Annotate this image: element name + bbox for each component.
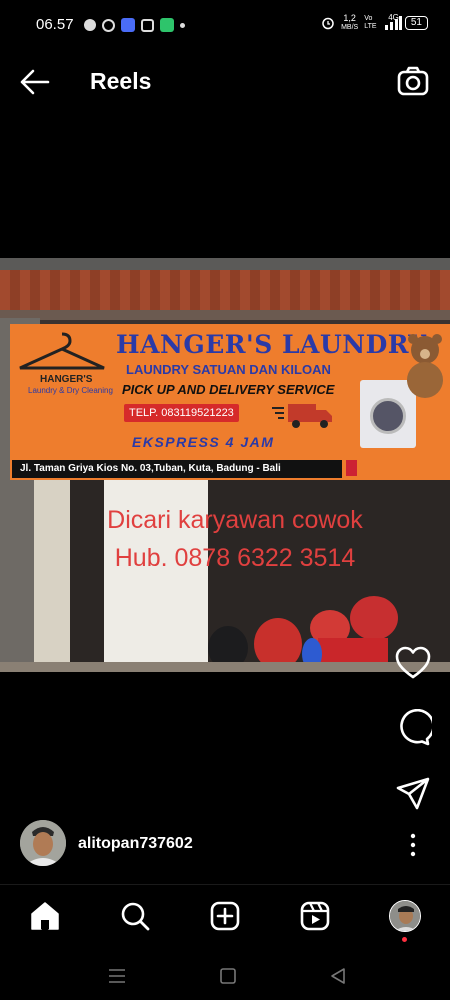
banner-badge [346, 460, 357, 476]
camera-icon [397, 66, 429, 96]
roof [0, 270, 450, 314]
banner-subtitle: LAUNDRY SATUAN DAN KILOAN [126, 362, 331, 377]
hanger-icon [19, 332, 105, 370]
search-icon [121, 902, 150, 931]
more-vertical-icon [410, 833, 416, 857]
banner-address: Jl. Taman Griya Kios No. 03,Tuban, Kuta,… [12, 460, 342, 478]
hanger-logo: HANGER'S Laundry & Dry Cleaning [14, 328, 113, 418]
network-type: 4G [388, 12, 399, 22]
more-options-button[interactable] [406, 832, 420, 858]
logo-tagline: Laundry & Dry Cleaning [28, 386, 113, 395]
reel-video[interactable]: HANGER'S Laundry & Dry Cleaning HANGER'S… [0, 258, 450, 672]
alarm-icon [322, 17, 334, 30]
floor [0, 662, 450, 672]
banner-title: HANGER'S LAUNDRY [116, 330, 427, 359]
page-title: Reels [90, 68, 152, 94]
share-button[interactable] [394, 774, 432, 812]
banner-service: PICK UP AND DELIVERY SERVICE [122, 382, 335, 397]
laundry-banner: HANGER'S Laundry & Dry Cleaning HANGER'S… [10, 324, 450, 480]
triangle-back-icon [331, 968, 345, 984]
like-button[interactable] [394, 644, 432, 682]
home-icon [31, 902, 59, 930]
instagram-icon [141, 18, 154, 32]
camera-button[interactable] [396, 64, 430, 98]
overlay-caption-line-2: Hub. 0878 6322 3514 [114, 544, 356, 572]
author-username[interactable]: alitopan737602 [78, 835, 193, 853]
square-icon [220, 968, 236, 984]
system-menu-button[interactable] [105, 964, 129, 988]
nav-search[interactable] [118, 899, 152, 933]
network-speed: 1,2 MB/S [341, 14, 358, 32]
nav-create[interactable] [208, 899, 242, 933]
roof-edge [0, 310, 450, 320]
nav-profile[interactable] [389, 900, 421, 932]
delivery-truck-icon [272, 404, 332, 428]
status-bar: 06.57 1,2 MB/S Vo LTE 4G 51 [0, 0, 450, 52]
system-home-button[interactable] [216, 964, 240, 988]
banner-express: EKSPRESS 4 JAM [132, 434, 275, 450]
notification-dot [402, 937, 407, 942]
whatsapp-icon [102, 18, 115, 32]
system-navigation-bar [0, 952, 450, 1000]
arrow-left-icon [20, 69, 50, 95]
laundry-bags [208, 596, 398, 670]
nav-home[interactable] [28, 899, 62, 933]
reels-icon [300, 901, 330, 931]
comment-button[interactable] [394, 708, 435, 747]
chat-bubble-icon [84, 19, 96, 31]
system-back-button[interactable] [326, 964, 350, 988]
banner-phone: TELP. 083119521223 [124, 404, 239, 422]
nav-reels[interactable] [298, 899, 332, 933]
heart-icon [395, 646, 431, 679]
menu-icon [109, 969, 125, 983]
create-icon [210, 901, 240, 931]
reels-header: Reels [0, 52, 450, 112]
dot-icon [180, 22, 185, 28]
status-time: 06.57 [36, 16, 74, 33]
network-speed-value: 1,2 [343, 13, 356, 23]
send-icon [396, 777, 430, 810]
app-green-icon [160, 18, 174, 32]
teddy-bear-icon [407, 334, 443, 398]
logo-name: HANGER'S [40, 374, 93, 385]
person-avatar-icon [20, 820, 66, 866]
reel-author: alitopan737602 [20, 820, 430, 868]
profile-avatar-icon [390, 901, 420, 931]
notification-icons [84, 18, 185, 32]
author-avatar[interactable] [20, 820, 66, 866]
network-speed-unit: MB/S [341, 24, 359, 31]
comment-icon [400, 708, 435, 746]
app-notification-icon [121, 18, 135, 32]
bottom-navigation [0, 884, 450, 948]
overlay-caption-line-1: Dicari karyawan cowok [107, 506, 363, 534]
battery-indicator: 51 [404, 16, 428, 30]
status-right: 1,2 MB/S Vo LTE 4G 51 [321, 12, 428, 32]
back-button[interactable] [18, 66, 52, 98]
volte-indicator: Vo LTE [364, 15, 377, 30]
